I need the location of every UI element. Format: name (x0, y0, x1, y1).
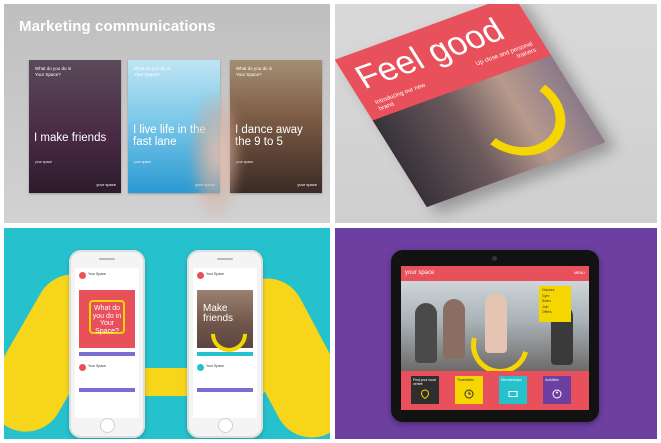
home-button (218, 418, 233, 433)
post-image: What do you do in Your Space? (79, 290, 135, 348)
site-dropdown-menu: Classes Gym Swim Join Offers (539, 286, 571, 322)
poster-headline: I dance away the 9 to 5 (235, 124, 303, 148)
tile-timetables: Timetables (455, 376, 483, 404)
poster-sub: your space (35, 160, 53, 164)
person-icon (552, 389, 562, 399)
phone-mockup: Your Space What do you do in Your Space?… (69, 250, 145, 438)
class-member (415, 303, 437, 363)
poster-headline: I make friends (34, 132, 107, 144)
poster-question: What do you do in Your Space? (236, 66, 273, 77)
phone-screen: Your Space What do you do in Your Space?… (75, 268, 139, 418)
phone-screen: Your Space Make friends Your Space (193, 268, 257, 418)
clock-icon (464, 389, 474, 399)
pin-icon (420, 389, 430, 399)
site-nav: MENU (573, 271, 585, 275)
avatar (79, 364, 86, 371)
poster-question: What do you do in Your Space? (35, 66, 72, 77)
collage: Marketing communications What do you do … (0, 0, 661, 443)
phone-mockup: Your Space Make friends Your Space (187, 250, 263, 438)
poster-question: What do you do in Your Space? (134, 66, 171, 77)
tile-activities: Activities (543, 376, 571, 404)
post-image: Make friends (197, 290, 255, 360)
tablet-camera (492, 256, 497, 261)
phone-speaker (217, 258, 233, 260)
tablet-panel: your space MENU Classes Gym Swim Join Of… (335, 228, 657, 439)
poster-sub: your space (134, 160, 152, 164)
poster-logo: your space (297, 182, 317, 187)
tablet-screen: your space MENU Classes Gym Swim Join Of… (401, 266, 589, 410)
phone-speaker (99, 258, 115, 260)
tile-find-centre: Find your local centre (411, 376, 439, 404)
post-user: Your Space (206, 272, 224, 276)
post-user: Your Space (88, 364, 106, 368)
menu-item: Offers (542, 310, 552, 314)
speech-bubble: What do you do in Your Space? (89, 300, 125, 335)
magazine-panel: Feel good Introducing our new brand Up c… (335, 4, 657, 223)
posters-panel: Marketing communications What do you do … (4, 4, 330, 223)
phones-panel: Your Space What do you do in Your Space?… (4, 228, 330, 439)
panel-title: Marketing communications (19, 18, 216, 35)
card-icon (508, 391, 518, 397)
site-logo: your space (405, 270, 435, 276)
avatar (197, 364, 204, 371)
tile-label: Memberships (501, 378, 523, 382)
tile-label: Find your local centre (413, 378, 436, 386)
post-divider (197, 388, 253, 392)
quick-links-row: Find your local centre Timetables Member… (401, 371, 589, 410)
avatar (79, 272, 86, 279)
poster-make-friends: What do you do in Your Space? I make fri… (29, 60, 121, 193)
poster-sub: your space (236, 160, 254, 164)
class-member (443, 299, 465, 359)
site-header: your space MENU (401, 266, 589, 281)
tile-label: Timetables (457, 378, 474, 382)
avatar (197, 272, 204, 279)
post-divider (79, 388, 135, 392)
post-user: Your Space (206, 364, 224, 368)
home-button (100, 418, 115, 433)
tile-memberships: Memberships (499, 376, 527, 404)
post-user: Your Space (88, 272, 106, 276)
tablet-mockup: your space MENU Classes Gym Swim Join Of… (391, 250, 599, 422)
post-divider (79, 352, 135, 356)
poster-dance-away: What do you do in Your Space? I dance aw… (230, 60, 322, 193)
tile-label: Activities (545, 378, 559, 382)
poster-logo: your space (96, 182, 116, 187)
post-divider (197, 352, 253, 356)
blurred-runner-image (190, 90, 242, 220)
magazine-cover: Feel good Introducing our new brand Up c… (335, 4, 606, 208)
